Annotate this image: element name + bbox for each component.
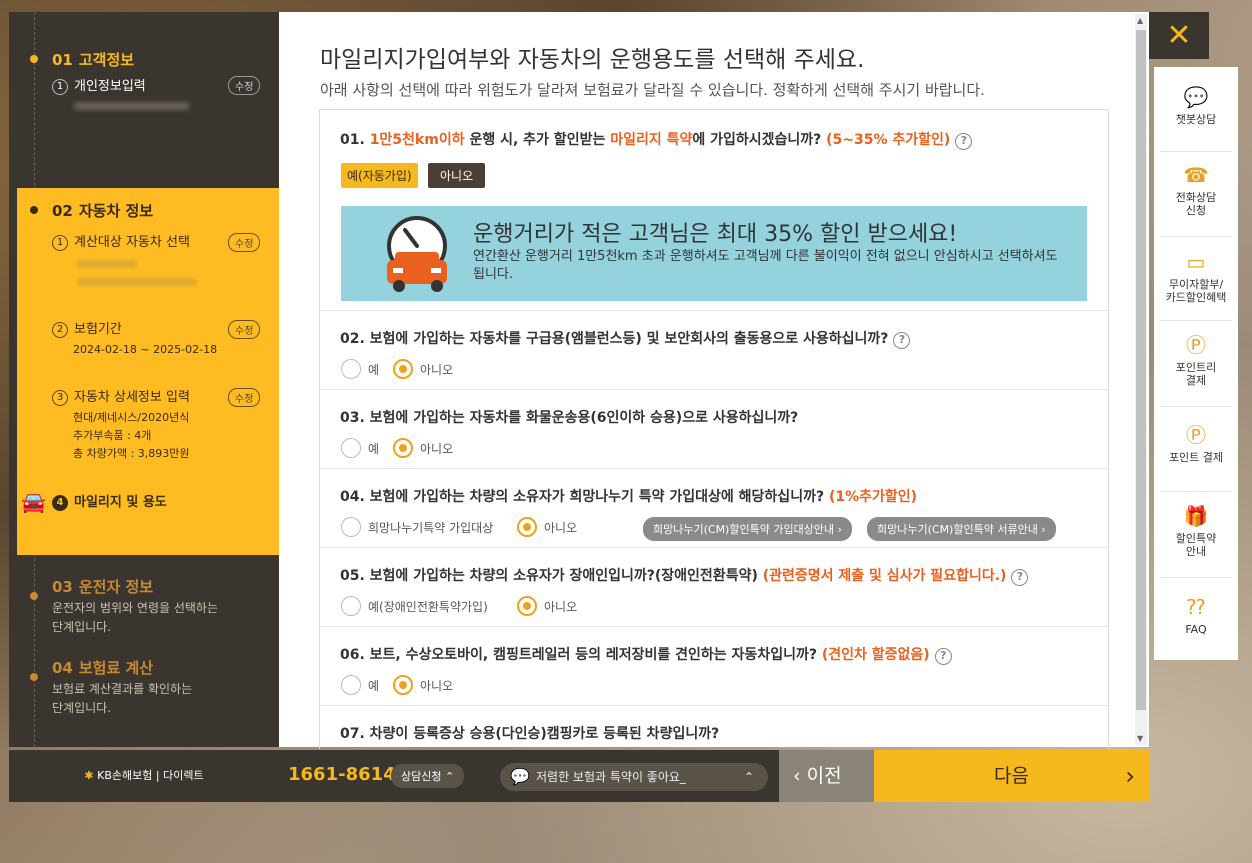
gift-icon: 🎁 (1183, 504, 1209, 528)
point-icon: Ⓟ (1186, 423, 1206, 447)
edit-button[interactable]: 수정 (228, 320, 261, 339)
question-5: 05. 보험에 가입하는 차량의 소유자가 장애인입니까?(장애인전환특약) (… (340, 565, 1029, 586)
pointree-icon: Ⓟ (1186, 333, 1206, 357)
car-detail-2: 추가부속품 : 4개 (73, 429, 152, 442)
question-3: 03. 보험에 가입하는 자동차를 화물운송용(6인이하 승용)으로 사용하십니… (340, 410, 799, 426)
close-button[interactable]: ✕ (1149, 12, 1209, 59)
sub-step-mileage: 4 마일리지 및 용도 (52, 491, 167, 511)
banner-title: 운행거리가 적은 고객님은 최대 35% 할인 받으세요! (473, 222, 958, 247)
step-dot (30, 55, 38, 63)
q3-yes-radio[interactable]: 예 (341, 438, 379, 458)
pointree-button[interactable]: Ⓟ 포인트리 결제 (1154, 333, 1238, 387)
prev-button[interactable]: ‹ 이전 (779, 750, 874, 802)
main-content: 마일리지가입여부와 자동차의 운행용도를 선택해 주세요. 아래 사항의 선택에… (279, 12, 1149, 749)
card-icon: ▭ (1186, 250, 1206, 274)
faq-button[interactable]: ⁇ FAQ (1154, 595, 1238, 636)
scrollbar-thumb[interactable] (1136, 30, 1146, 710)
step-sidebar: 01 고객정보 1 개인정보입력 수정 02 자동차 정보 1 계산대상 자동차 선택 … (9, 12, 279, 747)
mileage-no-button[interactable]: 아니오 (428, 163, 486, 188)
help-icon[interactable]: ? (934, 648, 952, 665)
car-detail-1: 현대/제네시스/2020년식 (73, 411, 190, 424)
chatbot-button[interactable]: 💬 챗봇상담 (1154, 85, 1238, 126)
question-4: 04. 보험에 가입하는 차량의 소유자가 희망나누기 특약 가입대상에 해당하… (340, 489, 918, 505)
question-1: 01. 1만5천km이하 운행 시, 추가 할인받는 마일리지 특약에 가입하시… (340, 129, 973, 150)
q6-no-radio[interactable]: 아니오 (393, 675, 453, 695)
step1-sub: 1 개인정보입력 (52, 75, 146, 95)
mileage-banner: 운행거리가 적은 고객님은 최대 35% 할인 받으세요! 연간환산 운행거리 … (341, 206, 1087, 301)
chevron-right-icon: › (1125, 762, 1135, 790)
help-icon[interactable]: ? (1011, 569, 1029, 586)
page-title: 마일리지가입여부와 자동차의 운행용도를 선택해 주세요. (320, 47, 865, 73)
mileage-yes-button[interactable]: 예(자동가입) (341, 163, 418, 188)
point-pay-button[interactable]: Ⓟ 포인트 결제 (1154, 423, 1238, 464)
car-detail-3: 총 차량가액 : 3,893만원 (73, 447, 190, 460)
question-list: 01. 1만5천km이하 운행 시, 추가 할인받는 마일리지 특약에 가입하시… (319, 109, 1109, 749)
active-step-panel: 02 자동차 정보 1 계산대상 자동차 선택 수정 2 보험기간 수정 2024-0… (17, 188, 279, 555)
q5-no-radio[interactable]: 아니오 (517, 596, 577, 616)
edit-button[interactable]: 수정 (228, 388, 261, 407)
chevron-left-icon: ‹ (793, 765, 801, 787)
q2-no-radio[interactable]: 아니오 (393, 359, 453, 379)
chat-bar[interactable]: 💬 저렴한 보험과 특약이 좋아요_ ⌃ (500, 763, 768, 791)
step3-desc: 운전자의 범위와 연령을 선택하는 단계입니다. (52, 601, 219, 634)
q3-no-radio[interactable]: 아니오 (393, 438, 453, 458)
q4-yes-radio[interactable]: 희망나누기특약 가입대상 (341, 517, 493, 537)
q2-yes-radio[interactable]: 예 (341, 359, 379, 379)
question-2: 02. 보험에 가입하는 자동차를 구급용(앰블런스등) 및 보안회사의 출동용… (340, 328, 911, 349)
page-subtitle: 아래 사항의 선택에 따라 위험도가 달라져 보험료가 달라질 수 있습니다. … (320, 81, 985, 99)
chat-bubble-icon: 💬 (510, 767, 530, 786)
phone-icon: ☎ (1183, 163, 1209, 187)
phone-number: 1661-8614 (288, 764, 396, 785)
period-detail: 2024-02-18 ~ 2025-02-18 (73, 343, 218, 356)
faq-icon: ⁇ (1186, 595, 1206, 619)
edit-button[interactable]: 수정 (228, 76, 261, 95)
car-icon: 🚘 (21, 490, 46, 514)
discount-guide-button[interactable]: 🎁 할인특약 안내 (1154, 504, 1238, 558)
help-icon[interactable]: ? (955, 133, 973, 150)
help-icon[interactable]: ? (893, 332, 911, 349)
step4-desc: 보험료 계산결과를 확인하는 단계입니다. (52, 682, 193, 715)
question-7: 07. 차량이 등록증상 승용(다인승)캠핑카로 등록된 차량입니까? (340, 726, 720, 742)
quick-menu: 💬 챗봇상담 ☎ 전화상담 신청 ▭ 무이자할부/카드할인혜택 Ⓟ 포인트리 결제 Ⓟ 포인트… (1154, 67, 1238, 660)
q5-yes-radio[interactable]: 예(장애인전환특약가입) (341, 596, 488, 616)
installment-button[interactable]: ▭ 무이자할부/카드할인혜택 (1154, 250, 1238, 304)
question-6: 06. 보트, 수상오토바이, 캠핑트레일러 등의 레저장비를 견인하는 자동차… (340, 644, 952, 665)
step3-title: 03 운전자 정보 (52, 578, 154, 596)
q6-yes-radio[interactable]: 예 (341, 675, 379, 695)
kb-logo: ✱ KB손해보험 | 다이렉트 (9, 750, 279, 802)
consult-request-button[interactable]: 상담신청 ⌃ (391, 764, 465, 788)
q4-no-radio[interactable]: 아니오 (517, 517, 577, 537)
phone-consult-button[interactable]: ☎ 전화상담 신청 (1154, 163, 1238, 217)
bottom-bar: 1661-8614 상담신청 ⌃ 💬 저렴한 보험과 특약이 좋아요_ ⌃ (279, 750, 779, 802)
banner-desc: 연간환산 운행거리 1만5천km 초과 운행하셔도 고객님께 다른 불이익이 전… (473, 249, 1058, 282)
sub-step-car-detail[interactable]: 3 자동차 상세정보 입력 (52, 386, 190, 406)
next-button[interactable]: 다음 › (874, 750, 1149, 802)
chevron-up-icon: ⌃ (743, 770, 754, 784)
sub-step-period[interactable]: 2 보험기간 (52, 318, 122, 338)
chatbot-icon: 💬 (1183, 85, 1209, 109)
close-icon: ✕ (1166, 18, 1192, 53)
hope-guide-button[interactable]: 희망나누기(CM)할인특약 가입대상안내 › (643, 517, 852, 541)
step1-title: 01 고객정보 (52, 51, 135, 69)
step4-title: 04 보험료 계산 (52, 659, 154, 677)
step2-title: 02 자동차 정보 (52, 202, 154, 220)
gauge-car-icon (387, 216, 447, 292)
hope-docs-button[interactable]: 희망나누기(CM)할인특약 서류안내 › (867, 517, 1056, 541)
edit-button[interactable]: 수정 (228, 233, 261, 252)
scrollbar[interactable]: ▲ ▼ (1135, 14, 1147, 745)
sub-step-car-select[interactable]: 1 계산대상 자동차 선택 (52, 231, 190, 251)
